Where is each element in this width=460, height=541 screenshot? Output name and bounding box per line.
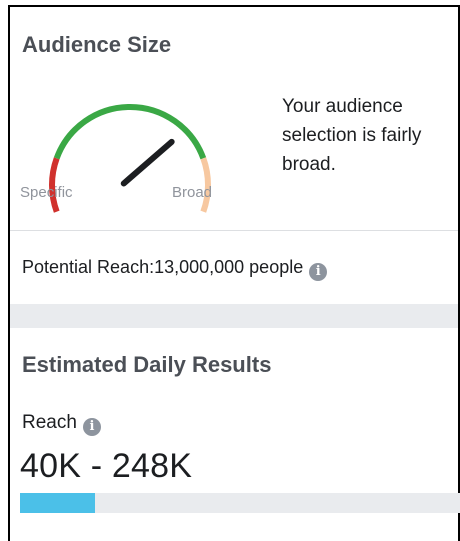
divider bbox=[10, 230, 458, 231]
reach-progress-bar bbox=[20, 493, 460, 513]
reach-label: Reach i bbox=[22, 412, 101, 436]
reach-range: 40K - 248K bbox=[20, 447, 193, 485]
gauge-needle bbox=[120, 138, 175, 187]
gauge-label-specific: Specific bbox=[20, 184, 73, 201]
section-separator bbox=[10, 304, 458, 328]
audience-panel: Audience Size Specific Broad Your audien… bbox=[8, 5, 460, 541]
reach-label-text: Reach bbox=[22, 412, 77, 433]
info-icon[interactable]: i bbox=[309, 263, 328, 281]
estimated-daily-results-title: Estimated Daily Results bbox=[22, 352, 272, 377]
gauge-label-broad: Broad bbox=[172, 184, 213, 201]
info-icon[interactable]: i bbox=[82, 418, 101, 436]
gauge-segment-middle bbox=[53, 103, 207, 160]
audience-description: Your audience selection is fairly broad. bbox=[282, 96, 422, 175]
reach-progress-fill bbox=[20, 493, 95, 513]
potential-reach-text: Potential Reach:13,000,000 people bbox=[22, 257, 304, 277]
audience-size-title: Audience Size bbox=[22, 32, 172, 57]
potential-reach: Potential Reach:13,000,000 people i bbox=[22, 257, 328, 281]
